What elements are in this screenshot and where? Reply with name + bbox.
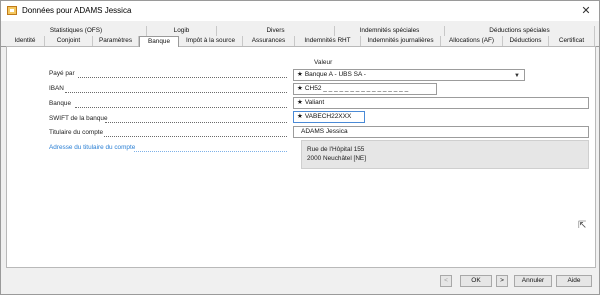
swift-label: SWIFT de la banque (49, 115, 108, 122)
star-icon: ★ (297, 113, 303, 120)
titulaire-label: Titulaire du compte (49, 129, 104, 136)
tab-identite[interactable]: Identité (6, 36, 45, 46)
adresse-line-2: 2000 Neuchâtel [NE] (307, 155, 366, 162)
tab-assurances[interactable]: Assurances (243, 36, 295, 46)
tab-indemnites-journalieres[interactable]: Indemnités journalières (361, 36, 441, 46)
adresse-link-label[interactable]: Adresse du titulaire du compte (49, 144, 135, 151)
window-title: Données pour ADAMS Jessica (22, 6, 132, 15)
star-icon: ★ (297, 99, 303, 106)
folder-app-icon (7, 6, 17, 15)
swift-leader (105, 122, 287, 123)
adresse-line-1: Rue de l'Hôpital 155 (307, 146, 365, 153)
tab-parametres[interactable]: Paramètres (93, 36, 139, 46)
tab-certificat[interactable]: Certificat (549, 36, 595, 46)
iban-input[interactable]: ★ CH52 _ _ _ _ _ _ _ _ _ _ _ _ _ _ _ _ (293, 83, 437, 95)
close-button[interactable]: ✕ (579, 4, 593, 18)
titulaire-input[interactable]: ADAMS Jessica (293, 126, 589, 138)
banque-value: Valiant (304, 99, 325, 106)
paye-par-label: Payé par (49, 70, 75, 77)
swift-input[interactable]: ★ VABECH22XXX (293, 111, 365, 123)
title-bar: Données pour ADAMS Jessica ✕ (1, 1, 599, 21)
paye-par-leader (78, 77, 287, 78)
iban-label: IBAN (49, 85, 64, 92)
next-button[interactable]: > (496, 275, 508, 287)
tab-statistiques-ofs[interactable]: Statistiques (OFS) (6, 26, 147, 36)
tab-deductions[interactable]: Déductions (503, 36, 549, 46)
banque-label: Banque (49, 100, 72, 107)
tab-allocations-af[interactable]: Allocations (AF) (441, 36, 503, 46)
chevron-down-icon[interactable]: ▼ (514, 71, 520, 80)
star-icon: ★ (297, 71, 303, 78)
tab-banque[interactable]: Banque (139, 36, 179, 47)
mouse-pointer-icon: ⇱ (578, 220, 587, 231)
iban-value: CH52 _ _ _ _ _ _ _ _ _ _ _ _ _ _ _ _ (304, 85, 409, 92)
adresse-box: Rue de l'Hôpital 155 2000 Neuchâtel [NE] (301, 140, 589, 169)
tab-indemnites-speciales[interactable]: Indemnités spéciales (335, 26, 445, 36)
previous-button[interactable]: < (440, 275, 452, 287)
iban-leader (65, 92, 287, 93)
star-icon: ★ (297, 85, 303, 92)
help-button[interactable]: Aide (556, 275, 592, 287)
banque-leader (75, 107, 287, 108)
paye-par-select[interactable]: ★ Banque A - UBS SA - ▼ (293, 69, 525, 81)
dialog-window: Données pour ADAMS Jessica ✕ Statistique… (0, 0, 600, 295)
adresse-leader (134, 151, 287, 152)
titulaire-leader (104, 136, 287, 137)
tab-deductions-speciales[interactable]: Déductions spéciales (445, 26, 595, 36)
tab-conjoint[interactable]: Conjoint (45, 36, 93, 46)
ok-button[interactable]: OK (460, 275, 492, 287)
titulaire-value: ADAMS Jessica (301, 128, 348, 135)
tab-impot-a-la-source[interactable]: Impôt à la source (179, 36, 243, 46)
cancel-button[interactable]: Annuler (514, 275, 552, 287)
swift-value: VABECH22XXX (304, 113, 352, 120)
banque-input[interactable]: ★ Valiant (293, 97, 589, 109)
tab-logib[interactable]: Logib (147, 26, 217, 36)
tab-divers[interactable]: Divers (217, 26, 335, 36)
tabs-row-top: Statistiques (OFS) Logib Divers Indemnit… (1, 26, 600, 36)
tab-indemnites-rht[interactable]: Indemnités RHT (295, 36, 361, 46)
paye-par-value: Banque A - UBS SA - (304, 71, 366, 78)
value-column-header: Valeur (314, 59, 333, 66)
